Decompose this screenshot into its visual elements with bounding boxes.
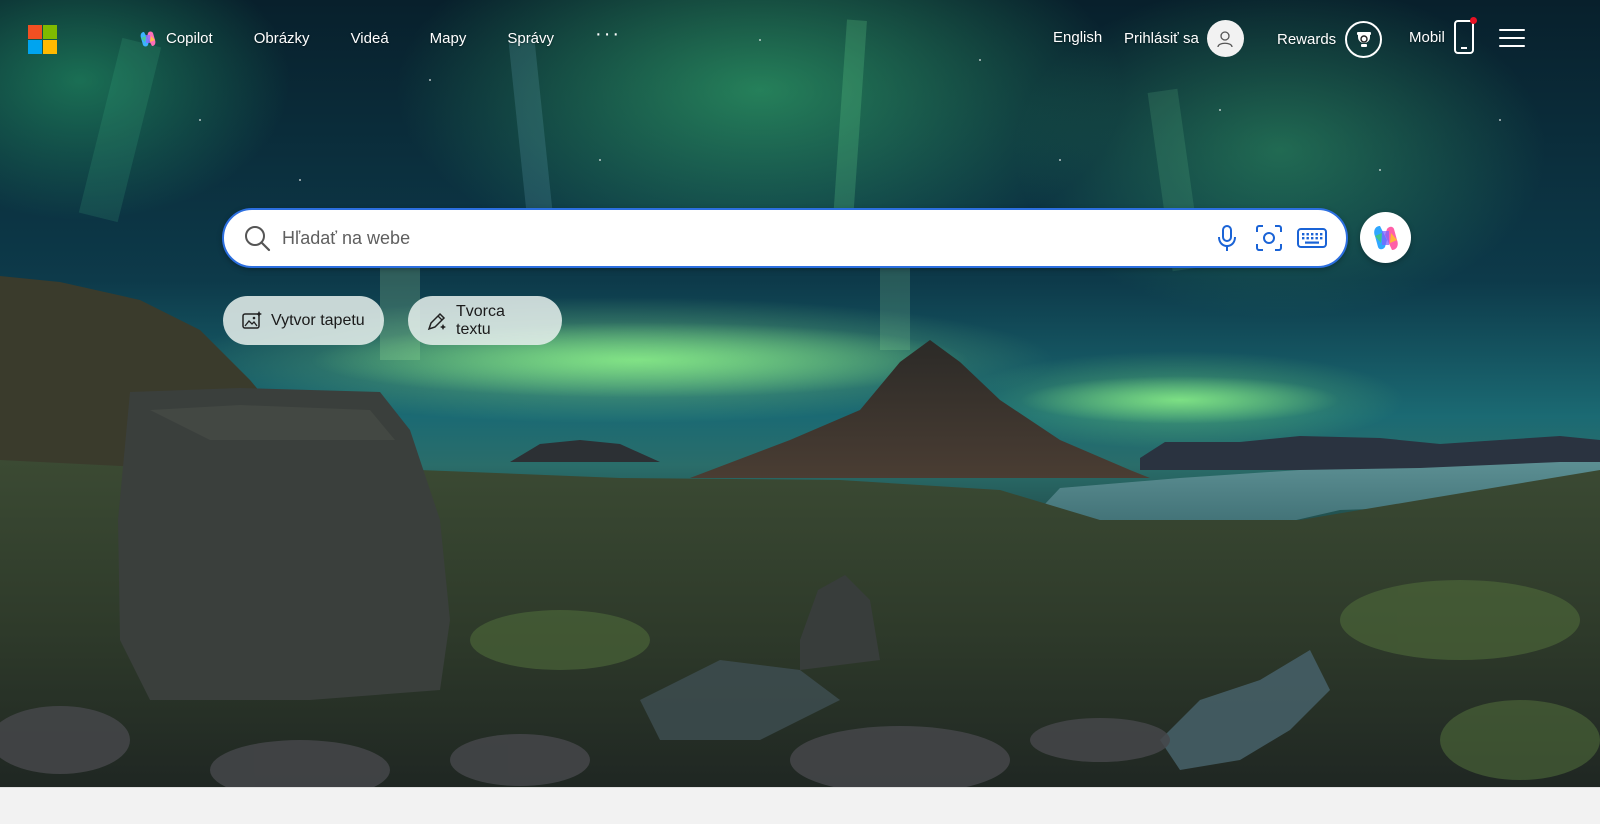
- rewards-label: Rewards: [1277, 31, 1337, 48]
- menu-icon-line: [1499, 37, 1525, 39]
- phone-icon: [1453, 17, 1477, 54]
- search-box: [222, 208, 1348, 268]
- user-icon: [1217, 30, 1233, 47]
- create-wallpaper-label: Vytvor tapetu: [271, 311, 365, 329]
- logo-tile-green: [43, 25, 57, 39]
- logo-tile-blue: [28, 40, 42, 54]
- nav-videos[interactable]: Videá: [351, 28, 389, 50]
- nav-more-button[interactable]: ···: [595, 24, 621, 44]
- signin-button[interactable]: Prihlásiť sa: [1124, 20, 1244, 57]
- top-header: Copilot Obrázky Videá Mapy Správy ··· En…: [0, 0, 1600, 78]
- create-wallpaper-chip[interactable]: Vytvor tapetu: [223, 296, 384, 345]
- nav-images-label: Obrázky: [253, 30, 310, 47]
- nav-copilot-label: Copilot: [166, 30, 213, 47]
- bing-homepage: Copilot Obrázky Videá Mapy Správy ··· En…: [0, 0, 1600, 824]
- logo-tile-yellow: [43, 40, 57, 54]
- microsoft-logo[interactable]: [28, 25, 57, 54]
- microphone-icon: [1218, 225, 1236, 251]
- rewards-button[interactable]: Rewards: [1277, 21, 1383, 58]
- visual-search-icon: [1256, 225, 1282, 251]
- search-input[interactable]: [280, 226, 1212, 250]
- smartphone-icon: [1453, 20, 1474, 54]
- image-create-icon: [242, 310, 262, 329]
- language-link[interactable]: English: [1053, 29, 1102, 46]
- copilot-button[interactable]: [1360, 212, 1411, 263]
- pen-sparkle-icon: [427, 312, 446, 330]
- signin-label: Prihlásiť sa: [1124, 30, 1199, 47]
- menu-button[interactable]: [1499, 29, 1525, 49]
- nav-news-label: Správy: [507, 30, 555, 47]
- menu-icon-line: [1499, 45, 1525, 47]
- nav-maps-label: Mapy: [429, 30, 467, 47]
- rewards-icon: [1345, 21, 1383, 58]
- logo-tile-red: [28, 25, 42, 39]
- background-image: [0, 0, 1600, 802]
- nav-videos-label: Videá: [350, 30, 389, 47]
- landscape-scene: [0, 19, 1600, 802]
- mobile-label: Mobil: [1409, 28, 1445, 46]
- trophy-icon: [1356, 31, 1371, 47]
- mobile-button[interactable]: Mobil: [1409, 17, 1477, 54]
- notification-dot: [1469, 17, 1477, 24]
- nav-images[interactable]: Obrázky: [254, 28, 310, 50]
- copilot-icon: [140, 31, 156, 47]
- voice-search-button[interactable]: [1212, 223, 1242, 253]
- visual-search-button[interactable]: [1254, 223, 1284, 253]
- avatar: [1206, 20, 1244, 57]
- search-icon[interactable]: [242, 223, 272, 253]
- text-creator-label: Tvorca textu: [456, 302, 505, 338]
- nav-copilot[interactable]: Copilot: [138, 28, 213, 50]
- nav-news[interactable]: Správy: [507, 28, 554, 50]
- keyboard-button[interactable]: [1296, 223, 1328, 253]
- bottom-strip: [0, 787, 1600, 824]
- top-nav: Copilot Obrázky Videá Mapy Správy ···: [138, 24, 621, 50]
- nav-maps[interactable]: Mapy: [430, 28, 467, 50]
- copilot-icon: [1373, 225, 1398, 250]
- menu-icon-line: [1499, 29, 1525, 31]
- keyboard-icon: [1297, 228, 1327, 248]
- text-creator-chip[interactable]: Tvorca textu: [408, 296, 562, 345]
